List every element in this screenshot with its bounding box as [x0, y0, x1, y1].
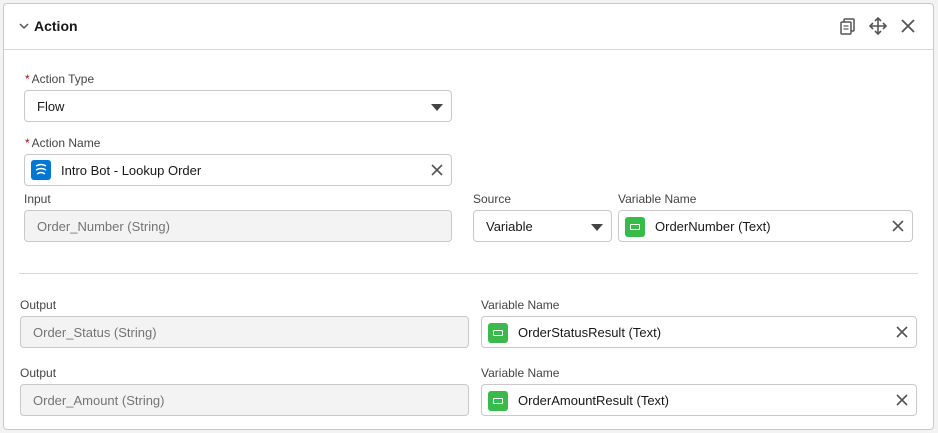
copy-icon[interactable]: [839, 17, 857, 35]
variable-name-label: Variable Name: [481, 298, 560, 312]
clear-icon[interactable]: [892, 220, 904, 232]
input-variable-value: OrderNumber (Text): [655, 219, 771, 234]
input-variable-combobox[interactable]: OrderNumber (Text): [618, 210, 913, 242]
output-field: Order_Status (String): [20, 316, 469, 348]
dropdown-caret-icon: [431, 104, 443, 111]
action-card: Action *Action Type Flow *Action Name: [3, 3, 934, 430]
source-select[interactable]: Variable: [473, 210, 612, 242]
required-marker: *: [25, 136, 30, 150]
chevron-down-icon[interactable]: [18, 20, 30, 32]
variable-icon: [625, 217, 645, 237]
input-value: Order_Number (String): [37, 219, 170, 234]
variable-name-label: Variable Name: [481, 366, 560, 380]
required-marker: *: [25, 72, 30, 86]
card-header: Action: [4, 4, 933, 50]
variable-icon: [488, 391, 508, 411]
clear-icon[interactable]: [431, 164, 443, 176]
action-type-label: * Action Type: [25, 72, 94, 86]
action-name-value: Intro Bot - Lookup Order: [61, 163, 202, 178]
output-variable-combobox[interactable]: OrderStatusResult (Text): [481, 316, 917, 348]
output-field: Order_Amount (String): [20, 384, 469, 416]
input-label: Input: [24, 192, 51, 206]
output-variable-combobox[interactable]: OrderAmountResult (Text): [481, 384, 917, 416]
action-name-combobox[interactable]: Intro Bot - Lookup Order: [24, 154, 452, 186]
action-name-label: * Action Name: [25, 136, 100, 150]
close-icon[interactable]: [899, 17, 917, 35]
flow-icon: [31, 160, 51, 180]
dropdown-caret-icon: [591, 224, 603, 231]
output-label: Output: [20, 298, 57, 312]
input-field: Order_Number (String): [24, 210, 452, 242]
action-type-label-text: Action Type: [31, 72, 95, 86]
clear-icon[interactable]: [896, 394, 908, 406]
variable-name-label: Variable Name: [618, 192, 697, 206]
output-label: Output: [20, 366, 57, 380]
action-type-value: Flow: [37, 99, 65, 114]
output-variable-value: OrderStatusResult (Text): [518, 325, 662, 340]
move-icon[interactable]: [869, 17, 887, 35]
output-value: Order_Status (String): [33, 325, 157, 340]
section-title: Action: [34, 18, 78, 34]
output-variable-value: OrderAmountResult (Text): [518, 393, 669, 408]
output-value: Order_Amount (String): [33, 393, 165, 408]
clear-icon[interactable]: [896, 326, 908, 338]
action-type-select[interactable]: Flow: [24, 90, 452, 122]
source-value: Variable: [486, 219, 533, 234]
action-name-label-text: Action Name: [31, 136, 101, 150]
source-label: Source: [473, 192, 512, 206]
variable-icon: [488, 323, 508, 343]
divider: [19, 273, 918, 274]
